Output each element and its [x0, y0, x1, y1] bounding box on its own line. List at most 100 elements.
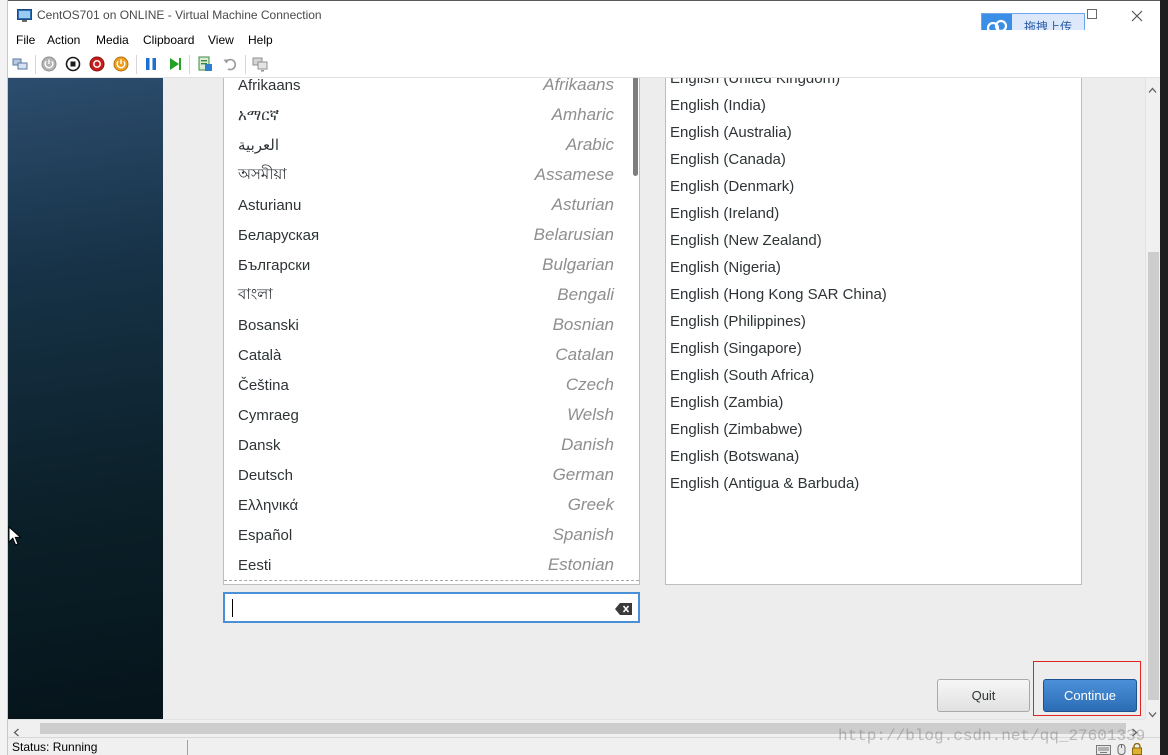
language-row[interactable]: Беларуская Belarusian: [224, 220, 639, 250]
language-search-field[interactable]: [223, 592, 640, 623]
language-english-name: Afrikaans: [543, 78, 614, 94]
menu-media[interactable]: Media: [96, 30, 129, 51]
language-native-name: Eesti: [238, 556, 272, 574]
toolbar-separator: [245, 55, 246, 74]
language-row[interactable]: Cymraeg Welsh: [224, 400, 639, 430]
save-icon[interactable]: [113, 56, 129, 72]
language-native-name: Cymraeg: [238, 406, 299, 424]
language-english-name: Arabic: [565, 135, 614, 154]
enhanced-session-icon[interactable]: [252, 56, 268, 72]
language-row[interactable]: Eesti Estonian: [224, 550, 639, 580]
locale-row[interactable]: English (Canada): [666, 146, 1081, 173]
status-bar: Status: Running: [8, 737, 1160, 755]
pause-icon[interactable]: [143, 56, 159, 72]
menu-action[interactable]: Action: [47, 30, 80, 51]
locale-row[interactable]: English (Hong Kong SAR China): [666, 281, 1081, 308]
locale-row[interactable]: English (New Zealand): [666, 227, 1081, 254]
language-row[interactable]: Afrikaans Afrikaans: [224, 78, 639, 100]
mouse-capture-icon: [1117, 742, 1126, 755]
language-row[interactable]: Deutsch German: [224, 460, 639, 490]
menu-file[interactable]: File: [16, 30, 35, 51]
language-row[interactable]: Български Bulgarian: [224, 250, 639, 280]
locale-row[interactable]: English (Ireland): [666, 200, 1081, 227]
menu-view[interactable]: View: [208, 30, 234, 51]
scroll-up-icon[interactable]: [1148, 82, 1157, 93]
language-row[interactable]: العربية Arabic: [224, 130, 639, 160]
vm-connection-icon: [17, 9, 32, 23]
language-row[interactable]: Català Catalan: [224, 340, 639, 370]
clear-search-icon[interactable]: [615, 602, 633, 615]
scroll-down-icon[interactable]: [1148, 706, 1157, 718]
language-row[interactable]: Asturianu Asturian: [224, 190, 639, 220]
revert-icon[interactable]: [222, 56, 238, 72]
ctrl-alt-del-icon[interactable]: [12, 56, 28, 72]
language-english-name: Belarusian: [533, 225, 614, 244]
language-english-name: Catalan: [555, 345, 614, 364]
language-list-scrollbar-thumb[interactable]: [633, 78, 638, 176]
continue-button[interactable]: Continue: [1043, 679, 1137, 712]
close-icon[interactable]: [1131, 9, 1143, 22]
checkpoint-icon[interactable]: [197, 56, 213, 72]
locale-row[interactable]: English (India): [666, 92, 1081, 119]
language-native-name: Български: [238, 256, 311, 274]
locale-rows: English (United Kingdom) English (India) E…: [666, 78, 1081, 497]
language-rows: Afrikaans Afrikaans አማርኛ Amharic العربية Arab…: [224, 78, 639, 581]
start-icon[interactable]: [41, 56, 57, 72]
toolbar-separator: [136, 55, 137, 74]
scroll-right-icon[interactable]: [1130, 724, 1139, 737]
horizontal-scrollbar[interactable]: [8, 719, 1145, 737]
vertical-scrollbar[interactable]: [1145, 78, 1160, 719]
language-row[interactable]: অসমীয়া Assamese: [224, 160, 639, 190]
language-english-name: Czech: [565, 375, 614, 394]
language-english-name: Welsh: [567, 405, 614, 424]
turn-off-icon[interactable]: [65, 56, 81, 72]
keyboard-icon: [1096, 742, 1111, 755]
language-list[interactable]: Afrikaans Afrikaans አማርኛ Amharic العربية Arab…: [223, 78, 640, 585]
quit-button[interactable]: Quit: [937, 679, 1030, 712]
language-english-name: Amharic: [551, 105, 614, 124]
locale-row[interactable]: English (Australia): [666, 119, 1081, 146]
horizontal-scrollbar-thumb[interactable]: [40, 723, 1126, 734]
menu-help[interactable]: Help: [248, 30, 273, 51]
locale-row[interactable]: English (Singapore): [666, 335, 1081, 362]
language-native-name: Català: [238, 346, 282, 364]
locale-row[interactable]: English (Antigua & Barbuda): [666, 470, 1081, 497]
vertical-scrollbar-thumb[interactable]: [1148, 252, 1159, 700]
language-row[interactable]: বাংলা Bengali: [224, 280, 639, 310]
locale-row[interactable]: English (Botswana): [666, 443, 1081, 470]
language-native-name: Deutsch: [238, 466, 294, 484]
language-row[interactable]: አማርኛ Amharic: [224, 100, 639, 130]
locale-row[interactable]: English (Philippines): [666, 308, 1081, 335]
locale-row[interactable]: English (South Africa): [666, 362, 1081, 389]
vm-display[interactable]: Afrikaans Afrikaans አማርኛ Amharic العربية Arab…: [8, 78, 1145, 719]
locale-row[interactable]: English (Zimbabwe): [666, 416, 1081, 443]
language-native-name: العربية: [238, 137, 279, 154]
background-window-strip: [0, 0, 8, 755]
scroll-left-icon[interactable]: [12, 724, 21, 737]
status-separator: [187, 740, 188, 755]
shut-down-icon[interactable]: [89, 56, 105, 72]
search-input[interactable]: [230, 597, 610, 618]
language-native-name: বাংলা: [238, 285, 273, 303]
text-caret: [232, 599, 233, 617]
locale-row[interactable]: English (United Kingdom): [666, 78, 1081, 92]
window-title: CentOS701 on ONLINE - Virtual Machine Co…: [37, 8, 322, 22]
language-row[interactable]: Dansk Danish: [224, 430, 639, 460]
locale-list[interactable]: English (United Kingdom) English (India) E…: [665, 78, 1082, 585]
language-row[interactable]: Čeština Czech: [224, 370, 639, 400]
locale-row[interactable]: English (Denmark): [666, 173, 1081, 200]
language-row[interactable]: Bosanski Bosnian: [224, 310, 639, 340]
title-bar: CentOS701 on ONLINE - Virtual Machine Co…: [8, 0, 1160, 40]
language-english-name: Danish: [561, 435, 614, 454]
language-native-name: Čeština: [238, 376, 289, 394]
language-row[interactable]: Ελληνικά Greek: [224, 490, 639, 520]
menu-clipboard[interactable]: Clipboard: [143, 30, 194, 51]
status-text: Status: Running: [12, 740, 98, 754]
maximize-icon[interactable]: [1087, 9, 1097, 19]
language-english-name: Bengali: [557, 285, 614, 304]
language-native-name: Español: [238, 526, 293, 544]
reset-icon[interactable]: [167, 56, 183, 72]
locale-row[interactable]: English (Zambia): [666, 389, 1081, 416]
language-row[interactable]: Español Spanish: [224, 520, 639, 550]
locale-row[interactable]: English (Nigeria): [666, 254, 1081, 281]
